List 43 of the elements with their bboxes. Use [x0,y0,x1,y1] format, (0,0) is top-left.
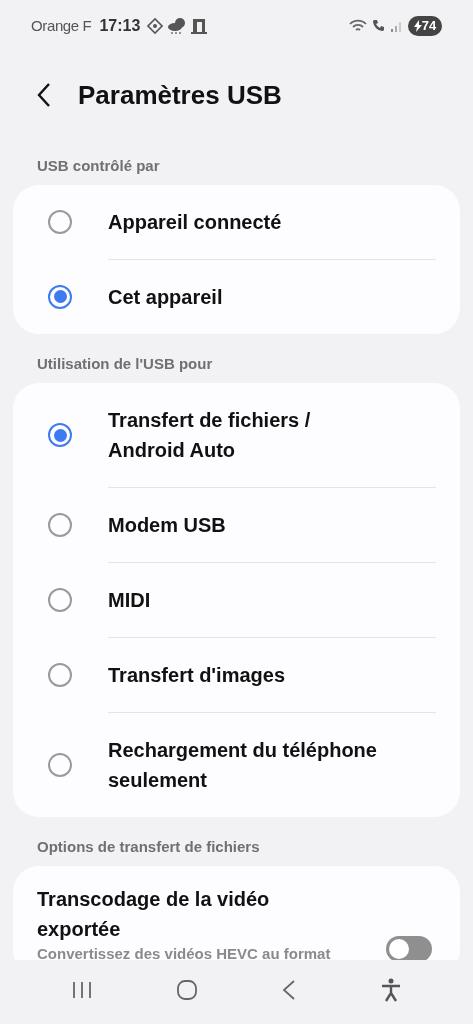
option-title: Transcodage de la vidéo exportée [37,887,271,942]
toggle-option[interactable]: Transcodage de la vidéo exportée Convertissez des vidéos HEVC au format [13,866,460,960]
section-header: Utilisation de l'USB pour [37,354,214,374]
option-label: MIDI [108,588,152,613]
accessibility-icon[interactable] [379,978,402,1002]
wifi-icon [348,18,368,34]
radio-button[interactable] [48,662,72,687]
option-label: Rechargement du téléphone seulement [108,738,378,793]
radio-button[interactable] [48,752,72,777]
signal-icon [390,19,404,33]
section-header: Options de transfert de fichiers [37,837,261,857]
phone-icon [371,18,387,34]
weather-icon [167,17,188,35]
clock: 17:13 [99,16,141,36]
radio-button[interactable] [48,512,72,537]
radio-button[interactable] [48,284,72,309]
radio-button[interactable] [48,587,72,612]
recent-apps-icon[interactable] [71,980,94,1000]
radio-button[interactable] [48,210,72,234]
back-icon[interactable] [36,82,52,108]
radio-option[interactable]: Cet appareil [13,259,460,334]
option-label: Appareil connecté [108,210,283,235]
option-description: Convertissez des vidéos HEVC au format [37,944,332,960]
device-icon [190,17,209,35]
radio-button[interactable] [48,423,72,447]
option-label: Modem USB [108,513,227,538]
page-title: Paramètres USB [78,78,282,112]
battery-level: 74 [421,17,437,36]
option-label: Transfert de fichiers / Android Auto [108,408,312,463]
radio-option[interactable]: Modem USB [13,487,460,562]
toggle-switch[interactable] [386,936,432,960]
radio-option[interactable]: Transfert d'images [13,637,460,712]
section-header: USB contrôlé par [37,156,161,176]
radio-option[interactable]: Appareil connecté [13,185,460,259]
carrier-name: Orange F [31,15,92,36]
radio-option[interactable]: Transfert de fichiers / Android Auto [13,383,460,487]
home-icon[interactable] [176,979,199,1001]
option-label: Transfert d'images [108,663,287,688]
radio-option[interactable]: Rechargement du téléphone seulement [13,712,460,817]
option-label: Cet appareil [108,285,224,310]
radio-option[interactable]: MIDI [13,562,460,637]
diamond-icon [146,17,165,35]
bolt-icon [413,20,422,32]
